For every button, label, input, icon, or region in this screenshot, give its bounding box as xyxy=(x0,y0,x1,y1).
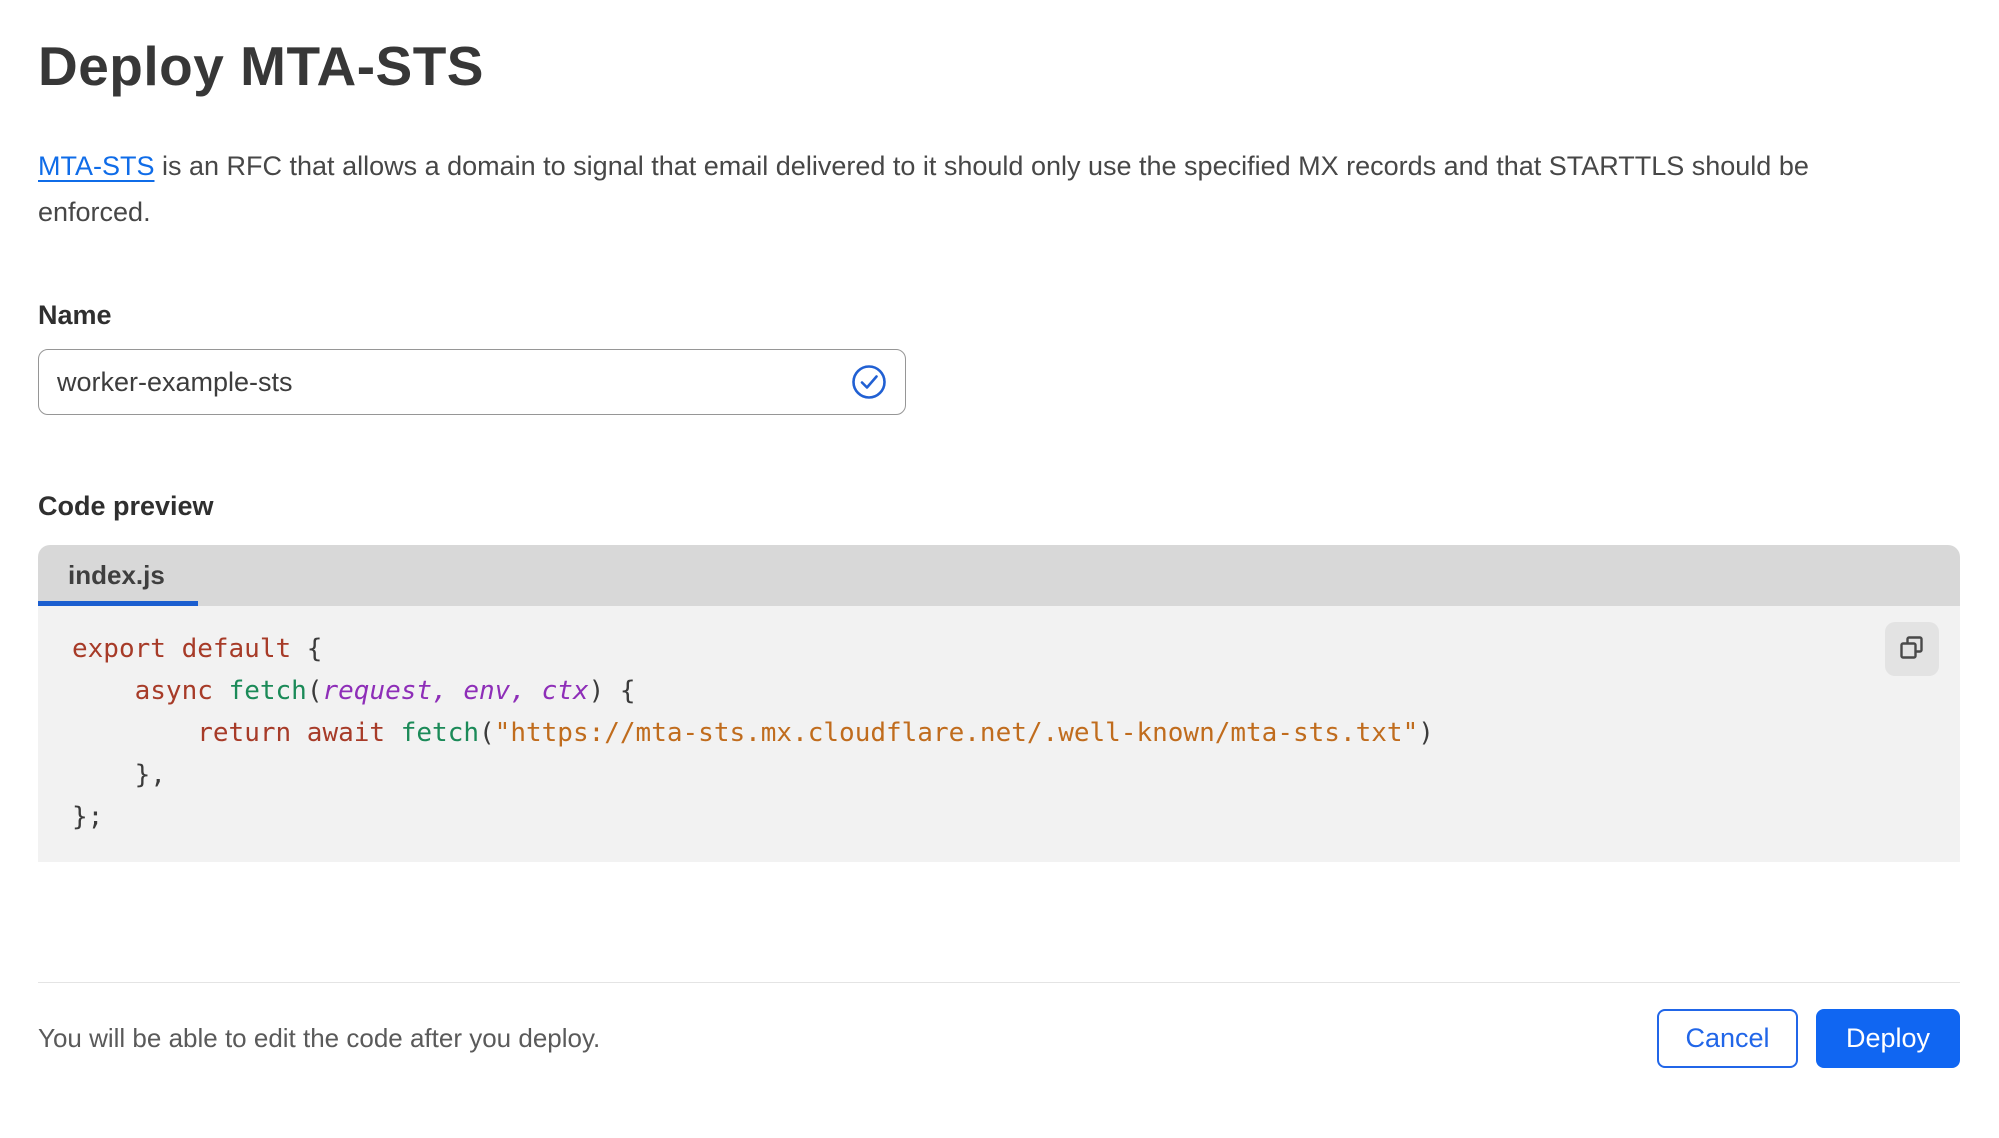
code-line: export default { xyxy=(72,634,323,664)
footer-note: You will be able to edit the code after … xyxy=(38,1023,601,1053)
footer-divider xyxy=(38,982,1960,983)
copy-icon xyxy=(1897,633,1927,666)
code-line: async fetch(request, env, ctx) { xyxy=(134,676,636,706)
description-text: MTA-STS is an RFC that allows a domain t… xyxy=(38,143,1928,235)
code-line: return await fetch("https://mta-sts.mx.c… xyxy=(197,718,1434,748)
cancel-button[interactable]: Cancel xyxy=(1657,1009,1798,1068)
mta-sts-link[interactable]: MTA-STS xyxy=(38,151,155,181)
name-input[interactable] xyxy=(38,349,906,415)
footer-actions: Cancel Deploy xyxy=(1657,1009,1960,1068)
code-content: export default { async fetch(request, en… xyxy=(72,628,1890,838)
code-editor: export default { async fetch(request, en… xyxy=(38,606,1960,862)
tab-label: index.js xyxy=(68,560,165,590)
name-field-label: Name xyxy=(38,300,112,330)
code-preview-heading: Code preview xyxy=(38,491,214,521)
page-title: Deploy MTA-STS xyxy=(38,35,484,97)
code-tab-bar: index.js xyxy=(38,545,1960,606)
tab-index-js[interactable]: index.js xyxy=(38,545,198,606)
name-input-wrap xyxy=(38,349,906,415)
copy-code-button[interactable] xyxy=(1885,622,1939,676)
deploy-button[interactable]: Deploy xyxy=(1816,1009,1960,1068)
description-rest: is an RFC that allows a domain to signal… xyxy=(38,151,1809,227)
deploy-mta-sts-page: Deploy MTA-STS MTA-STS is an RFC that al… xyxy=(0,33,1999,1068)
footer: You will be able to edit the code after … xyxy=(38,1009,1960,1068)
code-line: }; xyxy=(72,802,104,832)
code-line: }, xyxy=(72,760,166,790)
code-preview-block: index.js export default { async fetch(re… xyxy=(38,545,1960,862)
